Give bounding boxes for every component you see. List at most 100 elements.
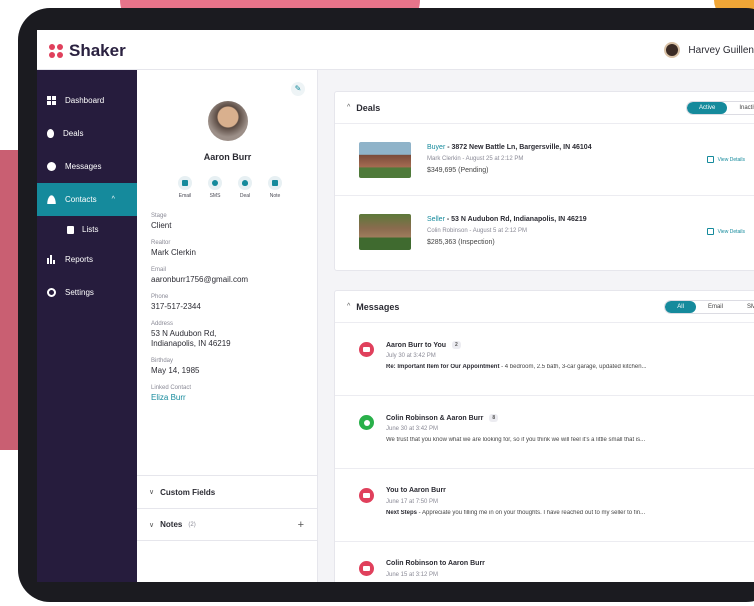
filter-active[interactable]: Active <box>686 102 728 114</box>
app-logo[interactable]: Shaker <box>49 41 126 61</box>
field-email: Email aaronburr1756@gmail.com <box>151 267 311 285</box>
contact-photo <box>208 101 248 141</box>
message-subject: Re: Important Item for Our Appointment <box>386 364 500 370</box>
message-date: June 30 at 3:42 PM <box>386 426 439 432</box>
deal-row[interactable]: Buyer - 3872 New Battle Ln, Bargersville… <box>335 124 754 196</box>
field-label: Address <box>151 321 174 327</box>
action-label: Note <box>269 193 281 199</box>
user-name: Harvey Guillen <box>688 44 754 56</box>
external-link-icon <box>706 228 714 235</box>
custom-fields-toggle[interactable]: ∨ Custom Fields <box>137 475 318 508</box>
messages-header[interactable]: ^ Messages All Email SMS <box>335 291 754 323</box>
contact-fields: Stage Client Realtor Mark Clerkin Email … <box>151 213 311 412</box>
linked-contact-link[interactable]: Eliza Burr <box>151 393 311 403</box>
message-text: - Appreciate you filling me in on your t… <box>417 510 646 516</box>
messages-filter: All Email SMS <box>664 300 754 314</box>
deals-panel: ^ Deals Active Inactive Buyer - 3872 New… <box>334 91 754 271</box>
filter-email[interactable]: Email <box>696 301 735 313</box>
email-action-button[interactable]: Email <box>175 176 195 199</box>
filter-inactive[interactable]: Inactive <box>727 102 754 114</box>
chevron-down-icon: ∨ <box>149 521 155 529</box>
deal-meta: Mark Clerkin - August 25 at 2:12 PM <box>427 156 524 162</box>
external-link-icon <box>706 156 714 163</box>
action-label: Email <box>178 193 192 199</box>
field-value: May 14, 1985 <box>151 366 200 375</box>
bar-chart-icon <box>47 255 56 264</box>
sidebar: Dashboard Deals Messages Contacts ^ List… <box>37 70 137 582</box>
sidebar-item-contacts[interactable]: Contacts ^ <box>37 183 137 216</box>
edit-icon[interactable]: ✎ <box>291 82 305 96</box>
message-row[interactable]: You to Aaron Burr June 17 at 7:50 PM Nex… <box>335 469 754 542</box>
deal-address: - 53 N Audubon Rd, Indianapolis, IN 4621… <box>444 216 587 223</box>
deal-role: Seller <box>427 216 445 223</box>
message-row[interactable]: Colin Robinson to Aaron Burr June 15 at … <box>335 542 754 582</box>
message-title: You to Aaron Burr <box>386 487 446 494</box>
chat-icon <box>47 162 56 171</box>
chat-icon <box>208 176 222 190</box>
deal-role: Buyer <box>427 144 446 151</box>
deals-filter: Active Inactive <box>685 101 754 115</box>
message-row[interactable]: Colin Robinson & Aaron Burr 8 June 30 at … <box>335 396 754 469</box>
chevron-up-icon: ^ <box>347 303 351 310</box>
message-participants: Colin Robinson to Aaron Burr <box>386 560 485 567</box>
message-title: Aaron Burr to You 2 <box>386 341 461 349</box>
field-linked-contact: Linked Contact Eliza Burr <box>151 385 311 403</box>
note-action-button[interactable]: Note <box>265 176 285 199</box>
field-value: 317-517-2344 <box>151 302 201 311</box>
sidebar-item-settings[interactable]: Settings <box>37 276 137 309</box>
field-stage: Stage Client <box>151 213 311 231</box>
money-bag-icon <box>238 176 252 190</box>
sidebar-item-deals[interactable]: Deals <box>37 117 137 150</box>
deal-title: Buyer - 3872 New Battle Ln, Bargersville… <box>427 144 592 151</box>
sidebar-item-lists[interactable]: Lists <box>37 216 137 243</box>
sidebar-item-label: Settings <box>65 288 94 297</box>
note-icon <box>268 176 282 190</box>
chevron-down-icon: ∨ <box>149 489 155 496</box>
avatar <box>664 42 681 58</box>
message-title: Colin Robinson to Aaron Burr <box>386 560 485 567</box>
gear-icon <box>47 288 56 297</box>
deal-row[interactable]: Seller - 53 N Audubon Rd, Indianapolis, … <box>335 196 754 268</box>
chevron-up-icon: ^ <box>347 104 351 111</box>
filter-all[interactable]: All <box>665 301 696 313</box>
view-details-link[interactable]: View Details <box>706 228 745 235</box>
message-title: Colin Robinson & Aaron Burr 8 <box>386 414 499 422</box>
user-menu[interactable]: Harvey Guillen <box>664 42 754 58</box>
add-note-icon[interactable]: + <box>298 519 304 531</box>
message-participants: Aaron Burr to You <box>386 341 447 349</box>
sidebar-item-reports[interactable]: Reports <box>37 243 137 276</box>
list-icon <box>67 225 74 234</box>
sidebar-item-messages[interactable]: Messages <box>37 150 137 183</box>
action-label: SMS <box>209 193 221 199</box>
email-icon <box>359 342 374 357</box>
field-value: Client <box>151 221 172 230</box>
notes-toggle[interactable]: ∨ Notes (2) + <box>137 508 318 541</box>
filter-sms[interactable]: SMS <box>735 301 754 313</box>
message-date: June 17 at 7:50 PM <box>386 499 439 505</box>
sms-action-button[interactable]: SMS <box>205 176 225 199</box>
field-label: Linked Contact <box>151 385 192 391</box>
deals-header[interactable]: ^ Deals Active Inactive <box>335 92 754 124</box>
notes-count: (2) <box>188 521 196 528</box>
message-count-badge: 8 <box>489 414 499 422</box>
deal-action-button[interactable]: Deal <box>235 176 255 199</box>
deal-price: $285,363 (Inspection) <box>427 239 495 246</box>
action-label: Deal <box>239 193 251 199</box>
message-preview: Next Steps - Appreciate you filling me i… <box>386 510 754 516</box>
envelope-icon <box>178 176 192 190</box>
sidebar-item-dashboard[interactable]: Dashboard <box>37 84 137 117</box>
view-details-link[interactable]: View Details <box>706 156 745 163</box>
field-label: Phone <box>151 294 169 300</box>
contact-name: Aaron Burr <box>203 152 252 162</box>
sidebar-item-label: Messages <box>65 162 102 171</box>
field-address: Address 53 N Audubon Rd, Indianapolis, I… <box>151 321 311 349</box>
house-photo <box>359 142 411 178</box>
message-text: We trust that you know what we are looki… <box>386 437 646 443</box>
message-row[interactable]: Aaron Burr to You 2 July 30 at 3:42 PM Re… <box>335 323 754 396</box>
sidebar-item-label: Reports <box>65 255 94 264</box>
message-participants: Colin Robinson & Aaron Burr <box>386 414 484 422</box>
message-date: July 30 at 3:42 PM <box>386 353 436 359</box>
deal-title: Seller - 53 N Audubon Rd, Indianapolis, … <box>427 216 587 223</box>
field-value: Indianapolis, IN 46219 <box>151 339 231 348</box>
contact-actions: Email SMS Deal Note <box>175 176 285 199</box>
